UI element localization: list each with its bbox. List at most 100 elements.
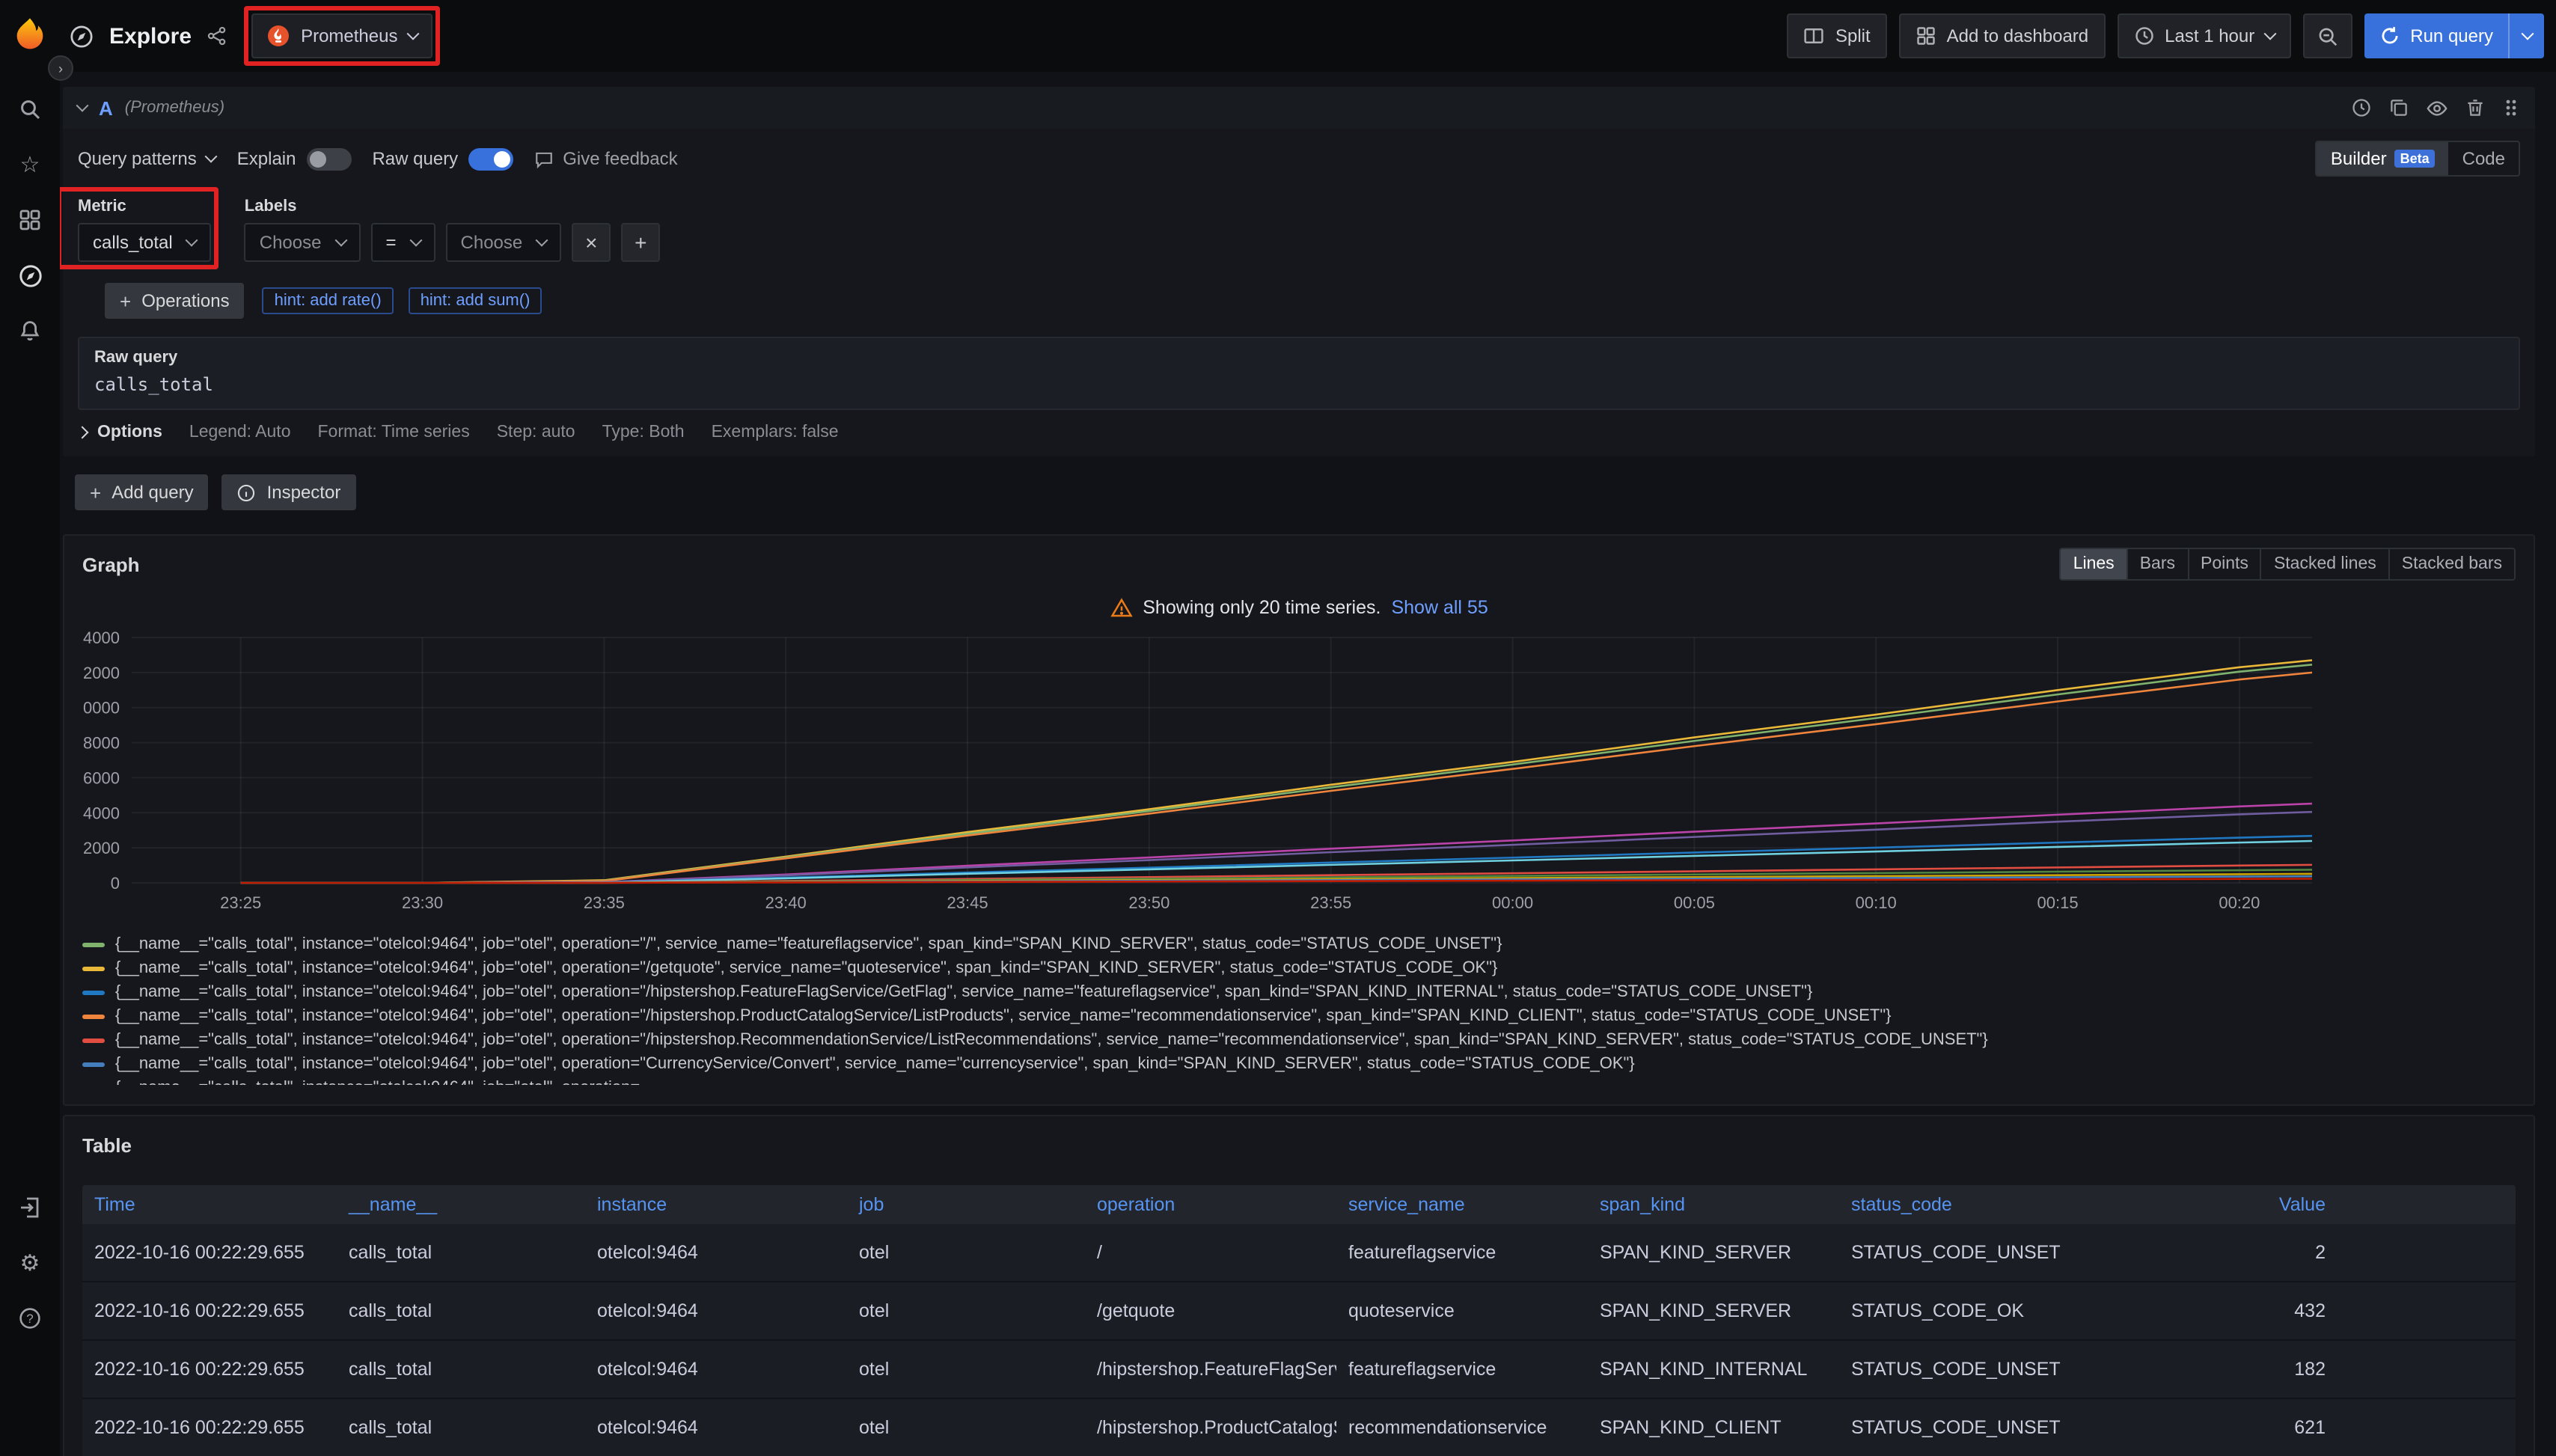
graph-mode-stacked-lines[interactable]: Stacked lines [2260,549,2388,579]
drag-handle-icon[interactable] [2502,97,2520,118]
share-icon[interactable] [207,25,227,46]
graph-mode-bars[interactable]: Bars [2127,549,2187,579]
svg-text:00:10: 00:10 [1856,893,1897,912]
sidebar-item-search[interactable] [7,87,52,132]
label-value-select[interactable]: Choose [446,223,562,262]
graph-mode-points[interactable]: Points [2187,549,2260,579]
explore-page: › ☆ [0,0,2556,1456]
add-label-filter-button[interactable]: + [621,223,660,262]
datasource-picker[interactable]: Prometheus [251,13,432,58]
table-header-cell[interactable]: service_name [1336,1185,1588,1224]
table-cell: 182 [2086,1341,2338,1398]
sidebar-item-dashboards[interactable] [7,198,52,242]
chevron-down-icon [205,150,218,163]
sidebar: › ☆ [0,0,60,1456]
table-cell-filler [2338,1399,2516,1456]
sidebar-item-alerting[interactable] [7,308,52,353]
graph-mode-lines[interactable]: Lines [2061,549,2127,579]
table-cell: otel [847,1282,1085,1339]
add-to-dashboard-button[interactable]: Add to dashboard [1899,13,2106,58]
remove-label-filter-button[interactable]: × [572,223,611,262]
table-cell: otelcol:9464 [585,1224,847,1281]
table-header-filler [2338,1185,2516,1224]
table-header-cell[interactable]: instance [585,1185,847,1224]
table-header-cell[interactable]: __name__ [337,1185,585,1224]
add-query-button[interactable]: + Add query [75,474,209,510]
legend-item[interactable]: {__name__="calls_total", instance="otelc… [82,956,2516,980]
table-header-cell[interactable]: span_kind [1588,1185,1839,1224]
sidebar-item-help[interactable]: ? [7,1296,52,1341]
graph-panel: Graph LinesBarsPointsStacked linesStacke… [63,534,2535,1106]
svg-text:6000: 6000 [83,768,120,787]
sidebar-expand-button[interactable]: › [48,55,73,81]
plus-icon: + [635,230,646,254]
metric-select[interactable]: calls_total [78,223,212,262]
table-row: 2022-10-16 00:22:29.655calls_totalotelco… [82,1282,2516,1341]
apps-icon [18,208,42,232]
beta-badge: Beta [2394,150,2436,168]
legend-item[interactable]: {__name__="calls_total", instance="otelc… [82,980,2516,1004]
run-query-dropdown[interactable] [2508,13,2544,58]
sidebar-item-sign-in[interactable] [7,1185,52,1230]
sidebar-item-starred[interactable]: ☆ [7,142,52,187]
table-cell: otel [847,1224,1085,1281]
table-cell: calls_total [337,1341,585,1398]
legend-series-label: {__name__="calls_total", instance="otelc… [115,983,1812,1001]
page-title: Explore [109,23,192,49]
legend-item[interactable]: {__name__="calls_total", instance="otelc… [82,1028,2516,1052]
svg-text:10000: 10000 [82,699,120,718]
raw-query-switch[interactable] [468,147,513,170]
legend-item[interactable]: {__name__="calls_total", instance="otelc… [82,932,2516,956]
operations-button[interactable]: + Operations [105,283,245,319]
table-header-cell[interactable]: job [847,1185,1085,1224]
show-all-series-link[interactable]: Show all 55 [1391,597,1488,618]
table-cell: /hipstershop.ProductCatalogS... [1085,1399,1336,1456]
time-range-picker[interactable]: Last 1 hour [2117,13,2290,58]
chevron-down-icon [406,28,419,40]
dashboard-grid-icon [1916,25,1936,46]
legend-item[interactable]: {__name__="calls_total", instance="otelc… [82,1076,2516,1085]
explain-switch[interactable] [306,147,351,170]
collapse-chevron-icon[interactable] [76,100,89,112]
grafana-logo[interactable] [10,15,49,54]
table-cell: quoteservice [1336,1282,1588,1339]
raw-query-value: calls_total [94,374,2504,395]
builder-mode-tab[interactable]: Builder Beta [2317,142,2449,175]
give-feedback-link[interactable]: Give feedback [534,148,677,169]
top-nav: Explore Prometheus [60,0,2556,72]
raw-query-toggle-label: Raw query [372,148,458,169]
copy-icon[interactable] [2388,97,2409,118]
table-header-cell[interactable]: operation [1085,1185,1336,1224]
table-header-cell[interactable]: Value [2086,1185,2338,1224]
table-header-cell[interactable]: status_code [1839,1185,2086,1224]
label-operator-select[interactable]: = [371,223,435,262]
sidebar-item-explore[interactable] [7,253,52,298]
legend-series-color [82,1014,105,1018]
sidebar-item-settings[interactable]: ⚙ [7,1241,52,1285]
query-hint-button[interactable]: hint: add rate() [263,287,394,314]
code-mode-tab[interactable]: Code [2449,142,2519,175]
query-datasource-hint: (Prometheus) [125,99,224,117]
legend-item[interactable]: {__name__="calls_total", instance="otelc… [82,1004,2516,1028]
eye-icon[interactable] [2426,97,2448,119]
label-name-select[interactable]: Choose [245,223,361,262]
graph-panel-title: Graph [82,553,140,575]
query-row-header[interactable]: A (Prometheus) [63,87,2535,129]
svg-text:00:15: 00:15 [2037,893,2079,912]
options-collapse[interactable]: Options [78,423,162,441]
graph-mode-stacked-bars[interactable]: Stacked bars [2388,549,2514,579]
split-button[interactable]: Split [1788,13,1887,58]
table-header-cell[interactable]: Time [82,1185,337,1224]
graph-canvas[interactable]: 0200040006000800010000120001400023:2523:… [82,631,2513,925]
svg-text:0: 0 [111,874,120,893]
table-cell: 432 [2086,1282,2338,1339]
trash-icon[interactable] [2465,97,2486,118]
inspector-button[interactable]: Inspector [222,474,356,510]
legend-item[interactable]: {__name__="calls_total", instance="otelc… [82,1052,2516,1076]
zoom-out-button[interactable] [2302,13,2352,58]
sidebar-bottom: ⚙ ? [7,1185,52,1351]
query-history-icon[interactable] [2351,97,2372,118]
query-patterns-dropdown[interactable]: Query patterns [78,148,216,169]
query-hint-button[interactable]: hint: add sum() [409,287,542,314]
run-query-button[interactable]: Run query [2364,13,2544,58]
